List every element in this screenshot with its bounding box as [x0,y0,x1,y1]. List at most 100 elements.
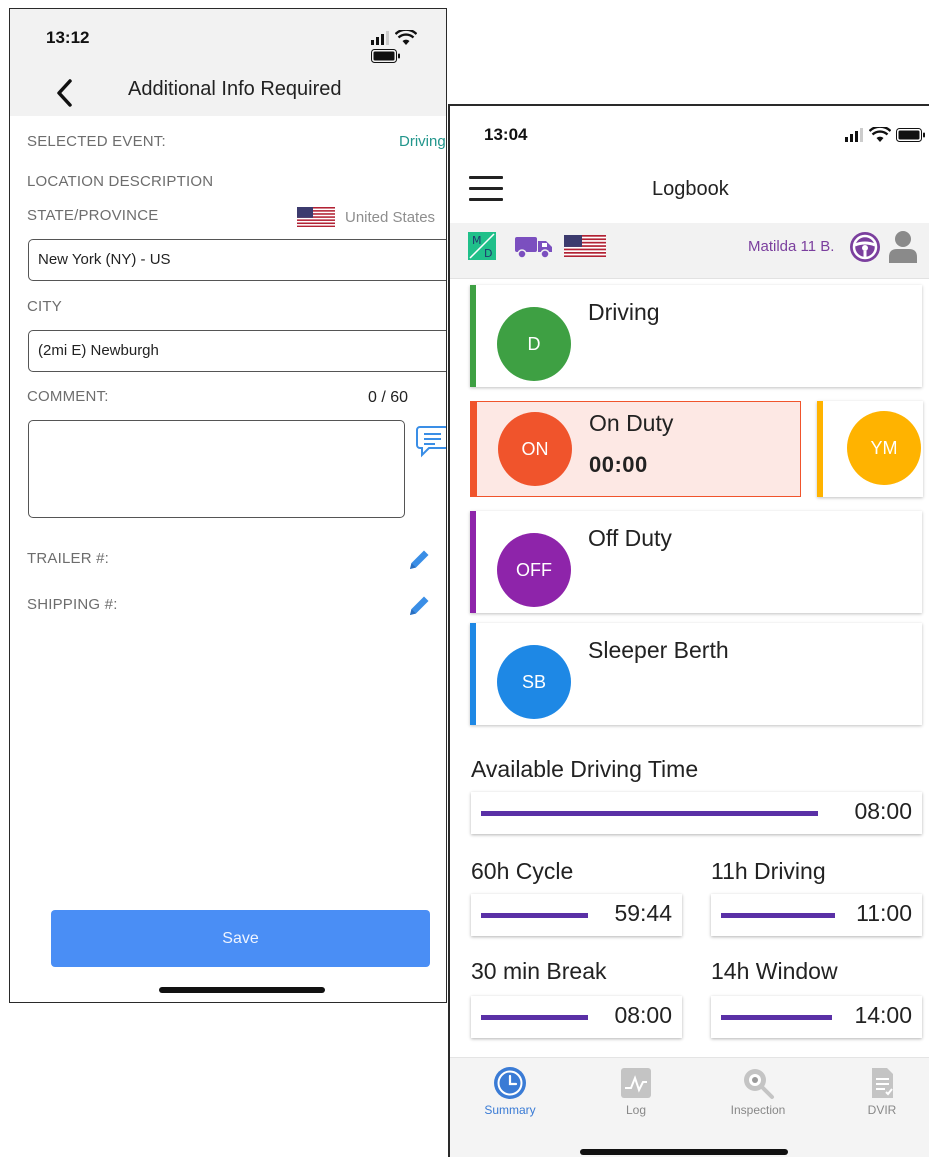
selected-event-label: SELECTED EVENT: [27,133,166,150]
md-badge-bottom: D [484,247,492,260]
page-title: Logbook [652,178,729,200]
state-province-field[interactable]: New York (NY) - US [28,239,446,281]
yard-move-status-circle: YM [847,411,921,485]
tab-summary-label: Summary [484,1103,536,1117]
us-flag-icon [297,207,335,227]
tab-log-label: Log [625,1103,647,1117]
status-icons [371,29,446,65]
driving-11h-progress [721,913,835,918]
battery-icon [895,127,925,142]
tab-log[interactable]: Log [586,1066,686,1117]
country-label: United States [345,209,436,226]
on-duty-status-title: On Duty [589,410,674,436]
comment-counter: 0 / 60 [368,389,409,406]
sleeper-status-title: Sleeper Berth [588,637,729,663]
status-bar: 13:12 [10,9,446,69]
home-indicator [580,1149,788,1155]
home-indicator [159,987,325,993]
selected-event-value: Driving [399,133,446,150]
logbook-screen: 13:04 Logbook M D Matilda 11 B. D Drivin… [448,104,929,1157]
status-card-off-duty[interactable]: OFF Off Duty [470,511,922,613]
comment-label: COMMENT: [27,388,109,405]
tab-inspection[interactable]: Inspection [708,1066,808,1117]
steering-wheel-icon[interactable] [849,231,881,263]
break-box: 08:00 [471,996,682,1038]
available-driving-label: Available Driving Time [471,756,699,782]
battery-icon [371,48,400,63]
status-color-bar [470,623,476,725]
user-avatar-icon[interactable] [887,229,919,263]
break-label: 30 min Break [471,958,607,984]
off-duty-status-circle: OFF [497,533,571,607]
page-title: Additional Info Required [128,78,342,100]
document-icon [872,1068,893,1098]
tab-dvir-label: DVIR [867,1103,897,1117]
available-driving-progress [481,811,818,816]
window-14h-value: 14:00 [854,1002,912,1028]
off-duty-status-title: Off Duty [588,525,672,551]
city-field[interactable]: (2mi E) Newburgh [28,330,446,372]
cycle-box: 59:44 [471,894,682,936]
status-color-bar [470,285,476,387]
bottom-tab-bar: Summary Log Inspection DVIR [450,1057,929,1157]
cycle-progress [481,913,588,918]
available-driving-value: 08:00 [854,798,912,824]
state-province-label: STATE/PROVINCE [27,207,159,224]
save-button[interactable]: Save [51,910,430,967]
status-color-bar [471,402,477,496]
cycle-label: 60h Cycle [471,858,574,884]
status-color-bar [817,401,823,497]
nav-bar: Additional Info Required [10,69,446,116]
comment-bubble-icon[interactable] [415,423,447,459]
status-card-yard-move[interactable]: YM [817,401,923,497]
wifi-icon [869,126,892,142]
status-time: 13:04 [484,125,528,144]
us-flag-icon [564,235,606,257]
window-14h-label: 14h Window [711,958,838,984]
city-label: CITY [27,298,62,315]
driving-status-title: Driving [588,299,660,325]
signal-icon [371,30,389,45]
location-description-label: LOCATION DESCRIPTION [27,173,214,190]
status-icons [845,126,926,144]
shipping-edit-pencil-icon[interactable] [407,592,431,618]
tab-inspection-label: Inspection [730,1103,786,1117]
window-14h-box: 14:00 [711,996,922,1038]
driver-name[interactable]: Matilda 11 B. [748,238,834,255]
cycle-value: 59:44 [614,900,672,926]
shipping-label: SHIPPING #: [27,596,118,613]
trailer-label: TRAILER #: [27,550,110,567]
additional-info-screen: 13:12 Additional Info Required SELECTED … [9,8,447,1003]
driving-11h-value: 11:00 [856,900,912,926]
sleeper-status-circle: SB [497,645,571,719]
chart-icon [621,1068,651,1098]
tab-summary[interactable]: Summary [460,1066,560,1117]
status-time: 13:12 [46,28,90,47]
break-value: 08:00 [614,1002,672,1028]
on-duty-timer: 00:00 [589,452,648,477]
clock-icon [494,1067,526,1099]
driver-info-bar: M D Matilda 11 B. [450,223,929,279]
menu-hamburger-icon[interactable] [469,176,503,206]
driving-11h-label: 11h Driving [711,858,826,884]
available-driving-box: 08:00 [471,792,922,834]
comment-textarea[interactable] [28,420,405,518]
driving-status-circle: D [497,307,571,381]
md-badge-icon[interactable]: M D [468,232,496,260]
trailer-edit-pencil-icon[interactable] [407,546,431,572]
wifi-icon [395,29,418,45]
md-badge-top: M [472,234,482,247]
magnifier-gear-icon [744,1069,774,1099]
window-14h-progress [721,1015,832,1020]
truck-icon[interactable] [514,233,554,259]
back-chevron-icon[interactable] [52,75,78,111]
driving-11h-box: 11:00 [711,894,922,936]
break-progress [481,1015,588,1020]
on-duty-status-circle: ON [498,412,572,486]
tab-dvir[interactable]: DVIR [832,1066,929,1117]
status-card-sleeper-berth[interactable]: SB Sleeper Berth [470,623,922,725]
status-card-driving[interactable]: D Driving [470,285,922,387]
status-bar: 13:04 [450,106,929,166]
signal-icon [845,127,863,142]
status-card-on-duty[interactable]: ON On Duty 00:00 [470,401,801,497]
